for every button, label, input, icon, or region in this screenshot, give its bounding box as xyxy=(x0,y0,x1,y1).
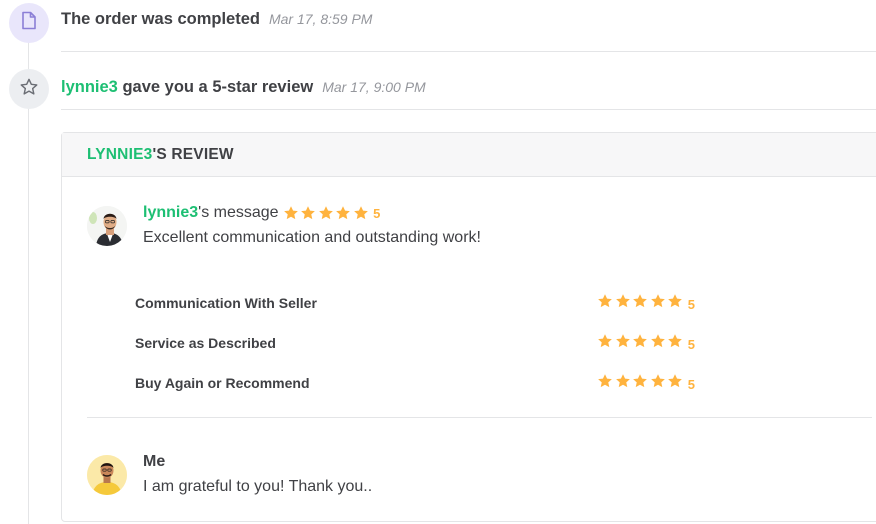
star-filled-icon xyxy=(668,373,683,387)
review-header-title: 'S REVIEW xyxy=(152,145,234,163)
star-rating xyxy=(597,333,685,349)
criteria-rating: 5 xyxy=(597,293,695,314)
star-filled-icon xyxy=(598,373,613,387)
star-filled-icon xyxy=(283,206,298,220)
reviewer-username-link[interactable]: lynnie3 xyxy=(61,78,118,97)
star-filled-icon xyxy=(668,293,683,307)
criteria-label: Buy Again or Recommend xyxy=(135,375,310,391)
reply-author-name: Me xyxy=(143,453,166,470)
criteria-label: Communication With Seller xyxy=(135,295,317,311)
star-rating xyxy=(597,373,685,389)
review-card: LYNNIE3 'S REVIEW lynnie3 's message 5 E… xyxy=(61,132,876,522)
review-reply-divider xyxy=(87,417,872,418)
document-icon xyxy=(21,11,37,35)
event-text: gave you a 5-star review xyxy=(117,78,314,96)
star-filled-icon xyxy=(598,293,613,307)
my-avatar[interactable] xyxy=(87,455,127,495)
rating-value: 5 xyxy=(373,205,381,221)
buyer-message-header: lynnie3 's message 5 xyxy=(143,204,380,222)
event-divider xyxy=(61,51,876,52)
rating-value: 5 xyxy=(687,376,695,392)
star-filled-icon xyxy=(650,373,665,387)
criteria-row: Communication With Seller 5 xyxy=(135,283,695,323)
star-filled-icon xyxy=(598,333,613,347)
buyer-message-text: Excellent communication and outstanding … xyxy=(143,229,481,246)
event-timestamp: Mar 17, 9:00 PM xyxy=(322,79,426,95)
criteria-row: Service as Described 5 xyxy=(135,323,695,363)
rating-value: 5 xyxy=(687,296,695,312)
star-filled-icon xyxy=(633,373,648,387)
star-filled-icon xyxy=(650,293,665,307)
buyer-avatar[interactable] xyxy=(87,206,127,246)
criteria-rating: 5 xyxy=(597,333,695,354)
order-event-icon-badge xyxy=(9,3,49,43)
star-rating xyxy=(283,205,371,221)
criteria-row: Buy Again or Recommend 5 xyxy=(135,363,695,403)
rating-criteria-list: Communication With Seller 5 Service as D… xyxy=(135,283,695,403)
criteria-label: Service as Described xyxy=(135,335,276,351)
rating-value: 5 xyxy=(687,336,695,352)
event-text: The order was completed xyxy=(61,10,260,28)
buyer-username-link[interactable]: lynnie3 xyxy=(143,204,198,222)
star-filled-icon xyxy=(615,293,630,307)
timeline-line xyxy=(28,42,29,524)
order-completed-event: The order was completed Mar 17, 8:59 PM xyxy=(61,10,372,29)
review-event-icon-badge xyxy=(9,69,49,109)
review-card-header: LYNNIE3 'S REVIEW xyxy=(62,133,876,177)
reply-message-text: I am grateful to you! Thank you.. xyxy=(143,478,373,495)
star-outline-icon xyxy=(19,77,39,102)
review-event: lynnie3 gave you a 5-star review Mar 17,… xyxy=(61,78,426,97)
star-filled-icon xyxy=(633,293,648,307)
star-filled-icon xyxy=(353,206,368,220)
star-filled-icon xyxy=(336,206,350,220)
message-label: 's message xyxy=(198,204,279,221)
event-divider xyxy=(61,109,876,110)
star-filled-icon xyxy=(318,206,333,220)
criteria-rating: 5 xyxy=(597,373,695,394)
star-filled-icon xyxy=(650,333,665,347)
star-filled-icon xyxy=(615,373,630,387)
review-header-username[interactable]: LYNNIE3 xyxy=(87,146,152,164)
event-timestamp: Mar 17, 8:59 PM xyxy=(268,11,373,27)
star-filled-icon xyxy=(301,206,315,220)
star-rating xyxy=(597,293,685,309)
star-filled-icon xyxy=(633,333,648,347)
star-filled-icon xyxy=(615,333,630,347)
star-filled-icon xyxy=(668,333,683,347)
